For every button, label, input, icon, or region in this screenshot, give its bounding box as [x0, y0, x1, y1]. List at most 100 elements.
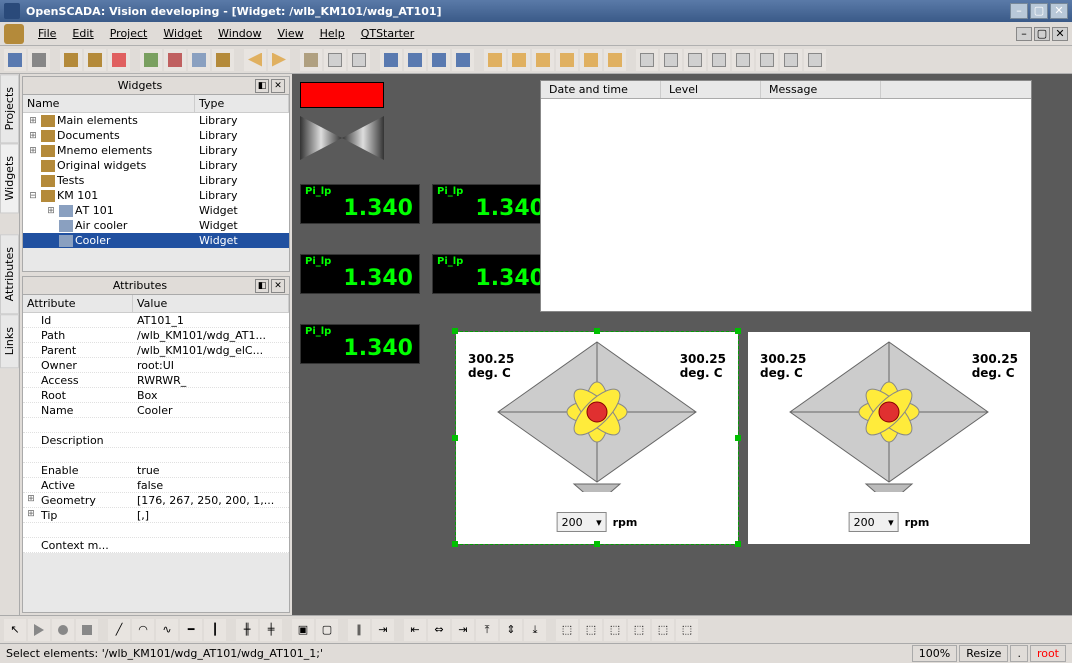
tree-row[interactable]: ⊞ Mnemo elements Library: [23, 143, 289, 158]
play-icon[interactable]: [28, 619, 50, 641]
resize-handle[interactable]: [735, 541, 741, 547]
attr-row[interactable]: IdAT101_1: [23, 313, 289, 328]
tab-widgets[interactable]: Widgets: [0, 143, 19, 213]
attr-value[interactable]: Box: [133, 389, 289, 402]
close-button[interactable]: ✕: [1050, 3, 1068, 19]
vline-icon[interactable]: ┃: [204, 619, 226, 641]
resize-handle[interactable]: [452, 541, 458, 547]
maximize-button[interactable]: ▢: [1030, 3, 1048, 19]
level-up-icon[interactable]: [428, 49, 450, 71]
cooler-widget[interactable]: 300.25deg. C 300.25deg. C 200▾ rpm: [748, 332, 1030, 544]
copy-icon[interactable]: [324, 49, 346, 71]
eqheight-icon[interactable]: ⬚: [628, 619, 650, 641]
doc-icon[interactable]: [780, 49, 802, 71]
attr-row[interactable]: Enabletrue: [23, 463, 289, 478]
menu-view[interactable]: View: [270, 25, 312, 42]
menu-window[interactable]: Window: [210, 25, 269, 42]
align-right-icon[interactable]: [532, 49, 554, 71]
redo-icon[interactable]: [268, 49, 290, 71]
resize-handle[interactable]: [594, 541, 600, 547]
widgets-dock-float-button[interactable]: ◧: [255, 79, 269, 93]
paste-icon[interactable]: [348, 49, 370, 71]
resize-handle[interactable]: [452, 435, 458, 441]
resize-handle[interactable]: [735, 435, 741, 441]
menu-help[interactable]: Help: [312, 25, 353, 42]
lcd-display[interactable]: Pi_lp1.340: [432, 184, 552, 224]
distrib-v-icon[interactable]: ⬚: [580, 619, 602, 641]
eqsize-icon[interactable]: ⬚: [652, 619, 674, 641]
attr-value[interactable]: /wlb_KM101/wdg_elC...: [133, 344, 289, 357]
expand-icon[interactable]: ⊞: [25, 494, 37, 504]
align-bottom-icon[interactable]: [604, 49, 626, 71]
menu-project[interactable]: Project: [102, 25, 156, 42]
attr-value[interactable]: Cooler: [133, 404, 289, 417]
mdi-maximize-button[interactable]: ▢: [1034, 27, 1050, 41]
mdi-close-button[interactable]: ✕: [1052, 27, 1068, 41]
snap-right-icon[interactable]: ⇥: [452, 619, 474, 641]
tree-row[interactable]: ⊟ KM 101 Library: [23, 188, 289, 203]
group-icon[interactable]: ▣: [292, 619, 314, 641]
db-load-icon[interactable]: [4, 49, 26, 71]
disconnect-icon[interactable]: ╪: [260, 619, 282, 641]
expand-icon[interactable]: ⊞: [25, 509, 37, 519]
tile-icon[interactable]: ⬚: [676, 619, 698, 641]
attr-row[interactable]: [23, 523, 289, 538]
level-down-icon[interactable]: [452, 49, 474, 71]
snap-bottom-icon[interactable]: ⤓: [524, 619, 546, 641]
record-icon[interactable]: [52, 619, 74, 641]
attr-row[interactable]: RootBox: [23, 388, 289, 403]
rpm-select[interactable]: 200▾: [849, 512, 899, 532]
connect-icon[interactable]: ╫: [236, 619, 258, 641]
tab-attributes[interactable]: Attributes: [0, 234, 19, 314]
attr-row[interactable]: [23, 418, 289, 433]
attr-row[interactable]: AccessRWRWR_: [23, 373, 289, 388]
tab-links[interactable]: Links: [0, 314, 19, 368]
attr-row[interactable]: Ownerroot:UI: [23, 358, 289, 373]
attr-value[interactable]: root:UI: [133, 359, 289, 372]
expand-icon[interactable]: ⊞: [27, 131, 39, 141]
align-left-icon[interactable]: [484, 49, 506, 71]
lcd-display[interactable]: Pi_lp1.340: [300, 184, 420, 224]
rpm-select[interactable]: 200▾: [557, 512, 607, 532]
expand-icon[interactable]: ⊞: [45, 206, 57, 216]
status-resize[interactable]: Resize: [959, 645, 1008, 662]
lcd-display[interactable]: Pi_lp1.340: [300, 324, 420, 364]
tree-row[interactable]: ⊞ Main elements Library: [23, 113, 289, 128]
attr-value[interactable]: false: [133, 479, 289, 492]
diagram-icon[interactable]: [732, 49, 754, 71]
attr-row[interactable]: Description: [23, 433, 289, 448]
tree-row[interactable]: Original widgets Library: [23, 158, 289, 173]
red-indicator-widget[interactable]: [300, 82, 384, 108]
message-panel[interactable]: Date and time Level Message: [540, 80, 1032, 312]
attr-row[interactable]: Path/wlb_KM101/wdg_AT1...: [23, 328, 289, 343]
snap-vc-icon[interactable]: ⇕: [500, 619, 522, 641]
attributes-dock-close-button[interactable]: ✕: [271, 279, 285, 293]
lcd-display[interactable]: Pi_lp1.340: [300, 254, 420, 294]
db-save-icon[interactable]: [28, 49, 50, 71]
widget-add-icon[interactable]: [140, 49, 162, 71]
level-rise-icon[interactable]: [380, 49, 402, 71]
widgets-dock-close-button[interactable]: ✕: [271, 79, 285, 93]
menu-file[interactable]: File: [30, 25, 64, 42]
status-user[interactable]: root: [1030, 645, 1066, 662]
hline-icon[interactable]: ━: [180, 619, 202, 641]
attributes-grid[interactable]: IdAT101_1Path/wlb_KM101/wdg_AT1...Parent…: [23, 313, 289, 553]
resize-handle[interactable]: [735, 328, 741, 334]
widget-del-icon[interactable]: [164, 49, 186, 71]
eqwidth-icon[interactable]: ⬚: [604, 619, 626, 641]
box-icon[interactable]: [660, 49, 682, 71]
expand-icon[interactable]: ⊞: [27, 146, 39, 156]
attr-row[interactable]: [23, 448, 289, 463]
widget-edit-icon[interactable]: [212, 49, 234, 71]
expand-icon[interactable]: ⊞: [27, 116, 39, 126]
widget-prop-icon[interactable]: [188, 49, 210, 71]
resize-handle[interactable]: [594, 328, 600, 334]
widgets-tree[interactable]: Name Type ⊞ Main elements Library ⊞ Docu…: [23, 95, 289, 248]
attr-value[interactable]: true: [133, 464, 289, 477]
snap-hc-icon[interactable]: ⇔: [428, 619, 450, 641]
minimize-button[interactable]: –: [1010, 3, 1028, 19]
tab-projects[interactable]: Projects: [0, 74, 19, 143]
line-icon[interactable]: ╱: [108, 619, 130, 641]
pause-icon[interactable]: ∥: [348, 619, 370, 641]
text-tool-icon[interactable]: [684, 49, 706, 71]
